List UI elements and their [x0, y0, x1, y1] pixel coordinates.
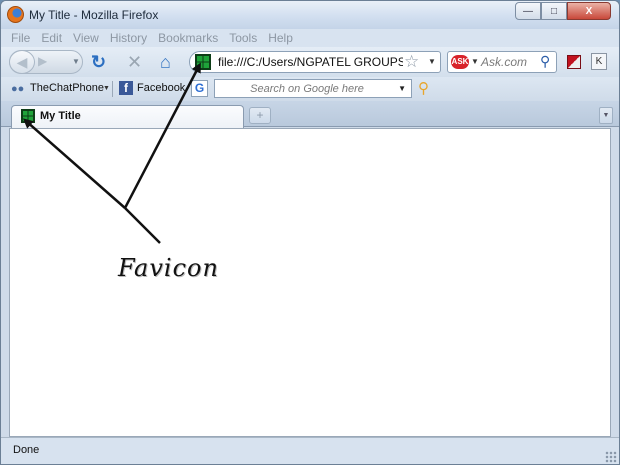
bookmarks-toolbar: ●● TheChatPhone ▼ f Facebook G Search on…	[1, 77, 619, 101]
bookmark-facebook[interactable]: Facebook	[137, 82, 185, 94]
menu-bookmarks[interactable]: Bookmarks	[158, 31, 218, 45]
google-search-input[interactable]: Search on Google here ▼	[214, 79, 412, 98]
menu-edit[interactable]: Edit	[41, 31, 62, 45]
tab-favicon-icon	[21, 109, 35, 123]
url-text[interactable]: file:///C:/Users/NGPATEL GROUPS/D	[218, 55, 403, 69]
reload-icon[interactable]: ↻	[91, 52, 106, 72]
search-engine-dropdown-icon[interactable]: ▼	[471, 57, 479, 66]
browser-window: My Title - Mozilla Firefox — □ X File Ed…	[0, 0, 620, 465]
search-input[interactable]: Ask.com	[481, 55, 527, 69]
tab-bar: My Title + ▼	[1, 101, 619, 128]
menu-view[interactable]: View	[73, 31, 99, 45]
stop-icon[interactable]: ✕	[127, 52, 142, 72]
addon-icon[interactable]	[567, 55, 581, 69]
bookmark-thechatphone[interactable]: TheChatPhone	[30, 82, 104, 94]
bookmark-dropdown-icon[interactable]: ▼	[103, 85, 110, 92]
k-addon-icon[interactable]: K	[591, 53, 607, 70]
people-icon[interactable]: ●●	[11, 83, 24, 95]
tab-title: My Title	[40, 110, 81, 122]
search-icon[interactable]: ⚲	[540, 53, 550, 70]
menu-file[interactable]: File	[11, 31, 30, 45]
resize-grip[interactable]	[605, 451, 617, 463]
new-tab-button[interactable]: +	[249, 107, 271, 124]
back-forward-group: ◀ ▶ ▼	[9, 50, 83, 74]
url-favicon-icon	[195, 54, 211, 70]
google-dropdown-icon[interactable]: ▼	[398, 84, 406, 93]
window-title: My Title - Mozilla Firefox	[29, 8, 159, 22]
close-button[interactable]: X	[567, 2, 611, 20]
title-bar: My Title - Mozilla Firefox — □ X	[1, 1, 619, 29]
facebook-icon[interactable]: f	[119, 81, 133, 95]
menu-help[interactable]: Help	[268, 31, 293, 45]
google-icon[interactable]: G	[191, 80, 208, 97]
home-icon[interactable]: ⌂	[160, 52, 171, 72]
toolbar-separator	[112, 81, 113, 97]
maximize-button[interactable]: □	[541, 2, 567, 20]
menu-history[interactable]: History	[110, 31, 147, 45]
ask-logo-icon[interactable]: ASK	[451, 55, 469, 69]
window-controls: — □ X	[515, 2, 611, 20]
search-box[interactable]: ASK ▼ Ask.com ⚲	[447, 51, 557, 73]
url-dropdown-icon[interactable]: ▼	[428, 57, 436, 66]
forward-arrow-icon[interactable]: ▶	[38, 54, 47, 68]
bookmark-star-icon[interactable]: ☆	[404, 52, 419, 72]
menu-tools[interactable]: Tools	[229, 31, 257, 45]
navigation-toolbar: ◀ ▶ ▼ ↻ ✕ ⌂ file:///C:/Users/NGPATEL GRO…	[1, 47, 619, 77]
status-bar: Done	[1, 437, 619, 464]
tab-list-dropdown-icon[interactable]: ▼	[599, 107, 613, 124]
status-text: Done	[13, 444, 40, 456]
address-bar[interactable]: file:///C:/Users/NGPATEL GROUPS/D ☆ ▼	[189, 51, 441, 73]
magnifier-icon[interactable]: ⚲	[418, 79, 429, 97]
history-dropdown-icon[interactable]: ▼	[72, 57, 80, 66]
firefox-logo-icon	[7, 6, 24, 23]
menu-bar: File Edit View History Bookmarks Tools H…	[1, 29, 619, 47]
minimize-button[interactable]: —	[515, 2, 541, 20]
favicon-annotation-label: Favicon	[118, 254, 219, 282]
back-arrow-icon[interactable]: ◀	[9, 50, 35, 74]
tab-my-title[interactable]: My Title	[11, 105, 244, 128]
google-search-placeholder: Search on Google here	[250, 83, 364, 95]
page-content	[9, 128, 611, 437]
